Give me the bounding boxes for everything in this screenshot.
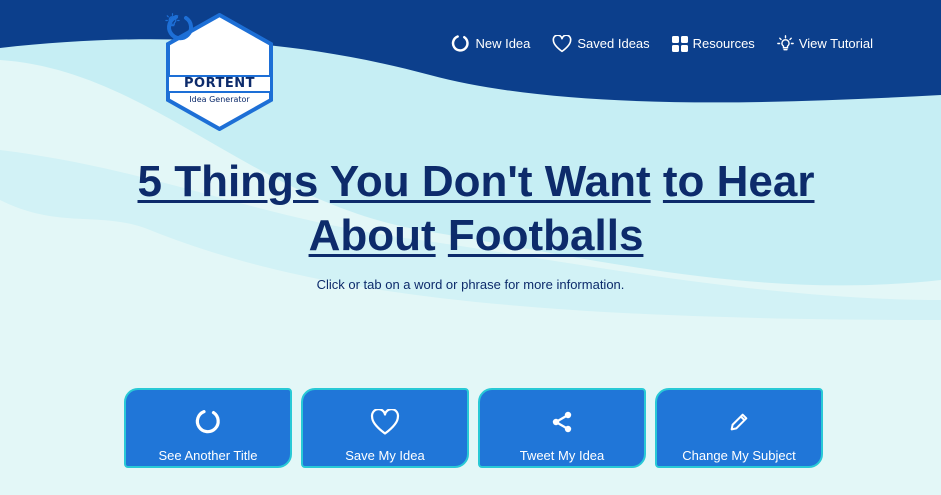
title-phrase[interactable]: 5 Things	[138, 157, 319, 206]
title-phrase[interactable]: You Don't Want	[330, 157, 651, 206]
refresh-ring-icon	[452, 35, 470, 52]
nav-resources[interactable]: Resources	[671, 34, 755, 53]
tweet-my-idea-button[interactable]: Tweet My Idea	[478, 388, 646, 468]
nav-new-idea[interactable]: New Idea	[451, 34, 530, 53]
generated-title: 5 Things You Don't Want to Hear About Fo…	[120, 155, 832, 263]
nav-new-idea-label: New Idea	[475, 36, 531, 51]
share-icon	[552, 411, 572, 433]
nav-resources-label: Resources	[692, 36, 755, 51]
portent-logo[interactable]: PORTENT Idea Generator	[165, 13, 274, 131]
change-my-subject-label: Change My Subject	[682, 448, 796, 463]
nav-saved-ideas-label: Saved Ideas	[577, 36, 650, 51]
nav-view-tutorial-label: View Tutorial	[798, 36, 873, 51]
change-my-subject-button[interactable]: Change My Subject	[655, 388, 823, 468]
logo-brand-name: PORTENT	[169, 75, 270, 93]
lightbulb-icon	[165, 13, 180, 27]
heart-icon	[552, 34, 572, 52]
logo-tagline: Idea Generator	[189, 95, 250, 104]
instruction-text: Click or tab on a word or phrase for mor…	[316, 277, 625, 292]
tweet-my-idea-label: Tweet My Idea	[519, 448, 605, 463]
see-another-title-label: See Another Title	[158, 448, 258, 463]
nav-view-tutorial[interactable]: View Tutorial	[776, 34, 873, 53]
grid-icon	[671, 35, 688, 52]
title-phrase[interactable]: Footballs	[448, 211, 644, 260]
save-my-idea-label: Save My Idea	[345, 448, 425, 463]
save-my-idea-button[interactable]: Save My Idea	[301, 388, 469, 468]
refresh-ring-icon	[195, 410, 220, 434]
nav-saved-ideas[interactable]: Saved Ideas	[552, 34, 650, 53]
heart-icon	[370, 408, 400, 435]
see-another-title-button[interactable]: See Another Title	[124, 388, 292, 468]
lightbulb-icon	[776, 35, 794, 51]
action-buttons: See Another Title Save My Idea Tweet My …	[124, 388, 823, 468]
pencil-icon	[730, 413, 748, 431]
top-nav: New Idea Saved Ideas Resources View Tuto…	[451, 34, 873, 53]
